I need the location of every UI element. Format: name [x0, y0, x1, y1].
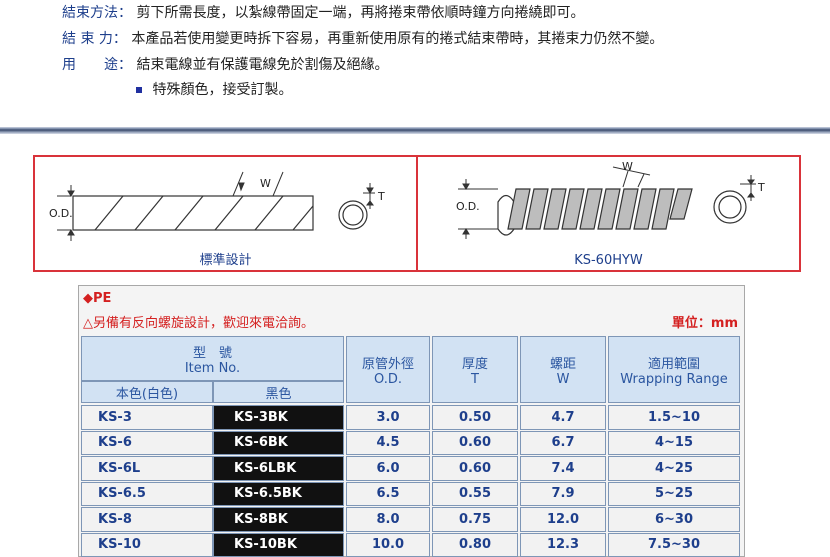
header-pitch: 螺距 W — [520, 336, 606, 403]
cell-black-model: KS-3BK — [213, 405, 344, 430]
bullet-note: 特殊顏色，接受訂製。 — [152, 82, 292, 98]
cell-black-model: KS-6BK — [213, 431, 344, 456]
cell-thickness: 0.80 — [432, 533, 518, 557]
cell-pitch: 12.0 — [520, 507, 606, 532]
cell-pitch: 6.7 — [520, 431, 606, 456]
cell-range: 4~15 — [608, 431, 740, 456]
w-label: W — [622, 160, 633, 173]
header-model-zh: 型 號 — [193, 342, 232, 361]
cell-black-model: KS-6LBK — [213, 456, 344, 481]
cell-pitch: 12.3 — [520, 533, 606, 557]
header-range-en: Wrapping Range — [620, 372, 728, 387]
unit-label: 單位：mm — [672, 312, 738, 331]
header-thickness-en: T — [471, 372, 479, 387]
header-od: 原管外徑 O.D. — [346, 336, 430, 403]
header-white: 本色(白色) — [81, 381, 213, 403]
w-label: W — [260, 177, 271, 190]
cell-white-model: KS-3 — [81, 405, 213, 430]
spec-bullet-row: 特殊顏色，接受訂製。 — [136, 80, 292, 100]
diagram-caption: 標準設計 — [35, 249, 416, 268]
header-pitch-en: W — [557, 372, 570, 387]
cell-od: 8.0 — [346, 507, 430, 532]
cell-thickness: 0.55 — [432, 482, 518, 507]
spec-label: 結 束 力： — [62, 29, 127, 49]
t-label: T — [758, 181, 765, 194]
diagram-ks-60hyw: O.D. W T KS-60HYW — [416, 155, 801, 272]
cell-thickness: 0.60 — [432, 456, 518, 481]
cell-range: 6~30 — [608, 507, 740, 532]
cell-range: 4~25 — [608, 456, 740, 481]
header-thickness-zh: 厚度 — [462, 353, 488, 372]
square-bullet-icon — [136, 87, 142, 93]
cell-od: 4.5 — [346, 431, 430, 456]
cell-range: 5~25 — [608, 482, 740, 507]
od-label: O.D. — [49, 207, 73, 220]
header-pitch-zh: 螺距 — [550, 353, 576, 372]
cell-range: 7.5~30 — [608, 533, 740, 557]
cell-od: 10.0 — [346, 533, 430, 557]
spec-label: 用 途： — [62, 55, 132, 75]
t-label: T — [378, 190, 385, 203]
header-white-text: 本色(白色) — [116, 383, 178, 402]
od-label: O.D. — [456, 200, 480, 213]
spec-table: ◆PE △另備有反向螺旋設計，歡迎來電洽詢。 單位：mm 型 號 Item No… — [78, 285, 745, 557]
cell-white-model: KS-8 — [81, 507, 213, 532]
diagram-caption: KS-60HYW — [418, 253, 799, 268]
cell-od: 3.0 — [346, 405, 430, 430]
header-model-en: Item No. — [185, 361, 240, 376]
cell-white-model: KS-10 — [81, 533, 213, 557]
header-black-text: 黑色 — [265, 383, 291, 402]
cell-pitch: 4.7 — [520, 405, 606, 430]
cell-white-model: KS-6 — [81, 431, 213, 456]
spec-text: 剪下所需長度，以紮線帶固定一端，再將捲束帶依順時鐘方向捲繞即可。 — [136, 5, 584, 21]
cell-thickness: 0.75 — [432, 507, 518, 532]
cell-pitch: 7.9 — [520, 482, 606, 507]
cell-thickness: 0.50 — [432, 405, 518, 430]
cell-black-model: KS-6.5BK — [213, 482, 344, 507]
cell-white-model: KS-6L — [81, 456, 213, 481]
header-range: 適用範圍 Wrapping Range — [608, 336, 740, 403]
cell-thickness: 0.60 — [432, 431, 518, 456]
section-divider — [0, 127, 830, 134]
spec-row-force: 結 束 力： 本產品若使用變更時拆下容易，再重新使用原有的捲式結束帶時，其捲束力… — [62, 29, 663, 49]
diagram-standard: O.D. W T 標準設計 — [33, 155, 418, 272]
header-od-zh: 原管外徑 — [362, 353, 414, 372]
cell-black-model: KS-8BK — [213, 507, 344, 532]
header-model: 型 號 Item No. — [81, 336, 344, 381]
reverse-note: △另備有反向螺旋設計，歡迎來電洽詢。 — [83, 312, 314, 331]
spec-text: 本產品若使用變更時拆下容易，再重新使用原有的捲式結束帶時，其捲束力仍然不變。 — [131, 31, 663, 47]
cell-range: 1.5~10 — [608, 405, 740, 430]
header-range-zh: 適用範圍 — [648, 353, 700, 372]
spec-row-usage: 用 途： 結束電線並有保護電線免於割傷及絕緣。 — [62, 55, 388, 75]
cell-pitch: 7.4 — [520, 456, 606, 481]
material-label: ◆PE — [83, 291, 111, 306]
cell-od: 6.5 — [346, 482, 430, 507]
header-black: 黑色 — [213, 381, 344, 403]
spec-text: 結束電線並有保護電線免於割傷及絕緣。 — [136, 57, 388, 73]
header-thickness: 厚度 T — [432, 336, 518, 403]
header-od-en: O.D. — [374, 372, 402, 387]
cell-od: 6.0 — [346, 456, 430, 481]
cell-white-model: KS-6.5 — [81, 482, 213, 507]
spec-row-method: 結束方法： 剪下所需長度，以紮線帶固定一端，再將捲束帶依順時鐘方向捲繞即可。 — [62, 3, 584, 23]
spec-label: 結束方法： — [62, 3, 132, 23]
cell-black-model: KS-10BK — [213, 533, 344, 557]
